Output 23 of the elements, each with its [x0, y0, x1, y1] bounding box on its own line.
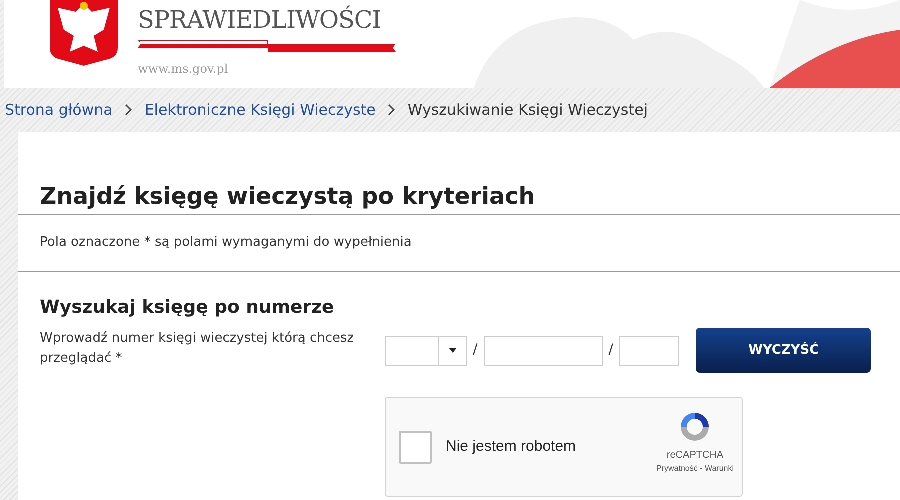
- book-number-field[interactable]: [484, 336, 603, 366]
- recaptcha-brand: reCAPTCHA: [666, 449, 724, 463]
- page-title: Znajdź księgę wieczystą po kryteriach: [40, 183, 536, 212]
- required-note: Pola oznaczone * są polami wymaganymi do wypełnienia: [40, 234, 413, 252]
- section-title: Wyszukaj księgę po numerze: [40, 296, 336, 320]
- clear-button[interactable]: WYCZYŚĆ: [696, 328, 872, 373]
- court-code-select[interactable]: [385, 336, 467, 366]
- separator: /: [473, 341, 478, 360]
- website-url: www.ms.gov.pl: [138, 61, 230, 78]
- chevron-right-icon: [388, 104, 396, 116]
- captcha-checkbox[interactable]: [399, 430, 432, 464]
- breadcrumb-link[interactable]: Elektroniczne Księgi Wieczyste: [144, 98, 376, 122]
- field-label: Wprowadź numer księgi wieczystej którą chcesz przeglądać *: [40, 330, 356, 368]
- flag-ribbon-icon: [138, 38, 396, 54]
- captcha-label: Nie jestem robotem: [446, 436, 578, 457]
- breadcrumb-current: Wyszukiwanie Księgi Wieczystej: [408, 100, 648, 121]
- ministry-name: SPRAWIEDLIWOŚCI: [138, 6, 382, 34]
- check-digit-field[interactable]: [619, 336, 680, 366]
- breadcrumb-link[interactable]: Strona główna: [5, 98, 113, 122]
- separator: /: [608, 341, 614, 360]
- dropdown-icon: [448, 348, 456, 353]
- chevron-right-icon: [124, 104, 133, 116]
- privacy-terms-links[interactable]: Prywatność - Warunki: [656, 463, 734, 475]
